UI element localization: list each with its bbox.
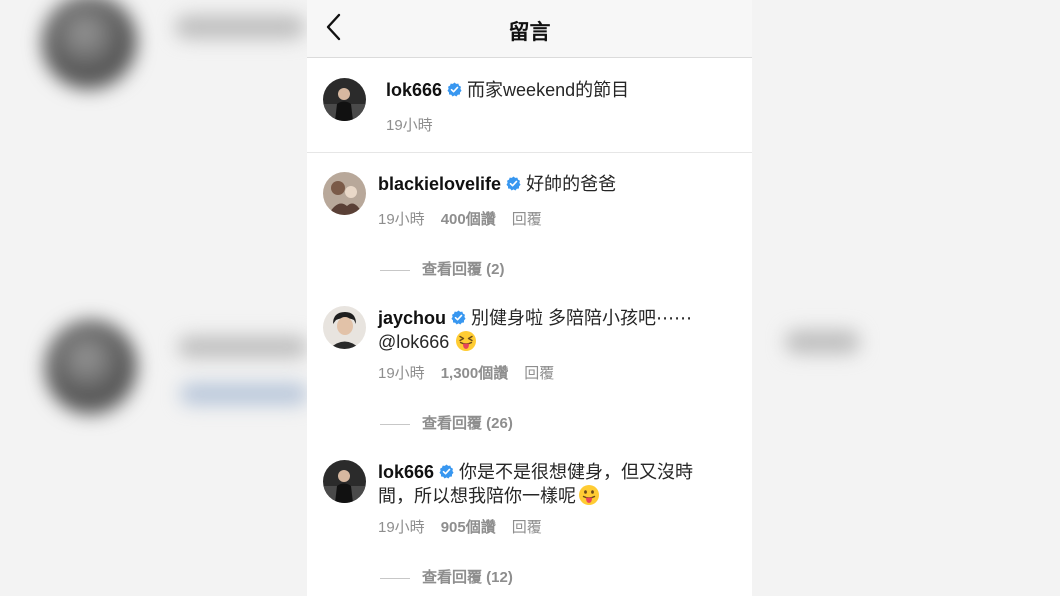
comment-text: jaychou 別健身啦 多陪陪小孩吧⋯⋯ @lok666 (378, 307, 732, 354)
tongue-emoji (579, 485, 599, 505)
comment-meta: 19小時 400個讚 回覆 (378, 208, 542, 229)
caption-text: lok666 而家weekend的節目 (386, 79, 732, 102)
comment-username[interactable]: blackielovelife (378, 174, 501, 194)
timestamp: 19小時 (378, 211, 425, 228)
comment-username[interactable]: lok666 (378, 462, 434, 482)
avatar[interactable] (323, 172, 366, 215)
blurred-text-top (175, 15, 305, 39)
page-title: 留言 (508, 21, 551, 44)
caption-meta: 19小時 (386, 114, 433, 135)
likes-count[interactable]: 400個讚 (441, 208, 496, 229)
avatar[interactable] (323, 306, 366, 349)
comment-body: 你是不是很想健身，但又沒時 (459, 462, 694, 482)
comment-text: lok666 你是不是很想健身，但又沒時 間，所以想我陪你一樣呢 (378, 461, 732, 508)
squinting-tongue-emoji (456, 331, 477, 351)
comment-body: 別健身啦 多陪陪小孩吧⋯⋯ (471, 308, 693, 328)
likes-count[interactable]: 905個讚 (441, 516, 496, 537)
verified-badge-icon (439, 464, 454, 479)
blurred-avatar-mid (45, 320, 137, 415)
replies-line (380, 423, 410, 425)
view-replies-button[interactable]: 查看回覆 (26) (380, 412, 513, 433)
timestamp: 19小時 (386, 117, 433, 134)
timestamp: 19小時 (378, 365, 425, 382)
caption-body: 而家weekend的節目 (467, 80, 630, 100)
verified-badge-icon (506, 176, 521, 191)
comment-meta: 19小時 1,300個讚 回覆 (378, 362, 554, 383)
comment-body: 好帥的爸爸 (526, 174, 617, 194)
comment-body-line2: 間，所以想我陪你一樣呢 (378, 486, 576, 506)
view-replies-button[interactable]: 查看回覆 (12) (380, 566, 513, 587)
view-replies-label: 查看回覆 (26) (422, 415, 513, 432)
avatar[interactable] (323, 78, 366, 121)
likes-count[interactable]: 1,300個讚 (441, 362, 509, 383)
comments-screen: 留言 lok666 而家weekend的節目 19小時 blackielovel… (307, 0, 752, 596)
mention-link[interactable]: @lok666 (378, 332, 449, 352)
comment-meta: 19小時 905個讚 回覆 (378, 516, 542, 537)
reply-button[interactable]: 回覆 (512, 208, 542, 229)
replies-line (380, 269, 410, 271)
view-replies-label: 查看回覆 (2) (422, 261, 505, 278)
divider (307, 152, 752, 153)
view-replies-label: 查看回覆 (12) (422, 569, 513, 586)
caption-username[interactable]: lok666 (386, 80, 442, 100)
blurred-link-mid (180, 383, 308, 405)
replies-line (380, 577, 410, 579)
comment-text: blackielovelife 好帥的爸爸 (378, 173, 732, 196)
blurred-text-mid (178, 336, 308, 358)
reply-button[interactable]: 回覆 (524, 362, 554, 383)
reply-button[interactable]: 回覆 (512, 516, 542, 537)
blurred-text-right (785, 330, 860, 354)
verified-badge-icon (447, 82, 462, 97)
avatar[interactable] (323, 460, 366, 503)
verified-badge-icon (451, 310, 466, 325)
view-replies-button[interactable]: 查看回覆 (2) (380, 258, 505, 279)
comment-username[interactable]: jaychou (378, 308, 446, 328)
timestamp: 19小時 (378, 519, 425, 536)
blurred-avatar-top (42, 0, 137, 90)
navigation-bar: 留言 (307, 0, 752, 58)
